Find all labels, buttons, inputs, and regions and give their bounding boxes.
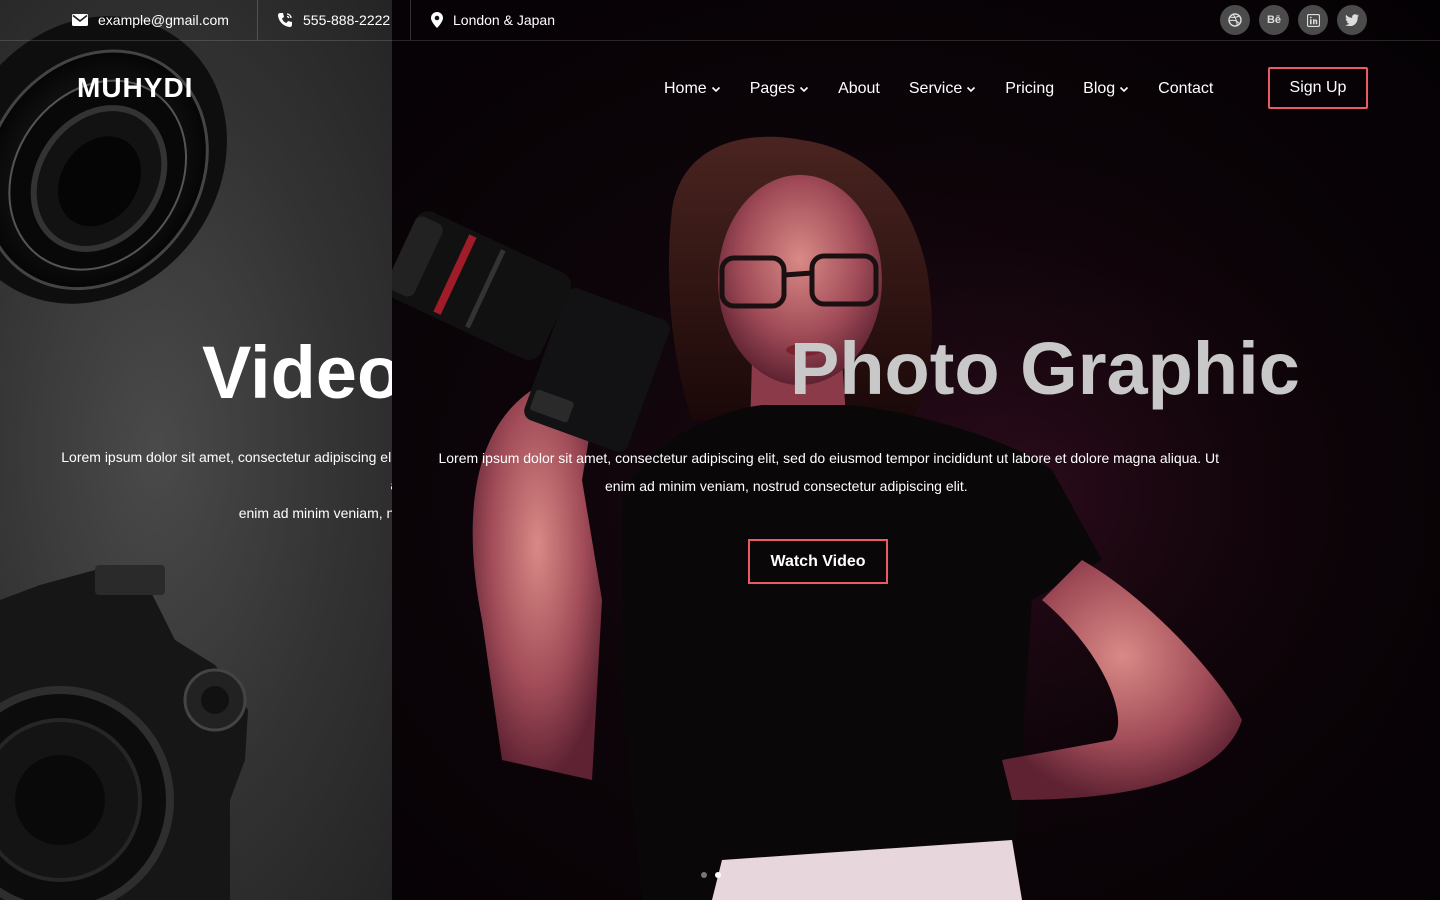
top-info-bar: example@gmail.com 555-888-2222 London & …: [0, 0, 1440, 41]
chevron-down-icon: [967, 86, 976, 93]
map-pin-icon: [431, 12, 443, 28]
twitter-icon[interactable]: [1337, 5, 1367, 35]
nav-item-pricing[interactable]: Pricing: [1005, 78, 1054, 100]
topbar-divider: [257, 0, 258, 40]
location-info: London & Japan: [431, 0, 555, 40]
dribbble-icon[interactable]: [1220, 5, 1250, 35]
description-line: enim ad minim veniam, nostrud consectetu…: [238, 505, 392, 521]
email-contact[interactable]: example@gmail.com: [72, 0, 229, 40]
main-navigation: Home Pages About Service Pricing Blog Co…: [664, 78, 1213, 100]
nav-item-label: About: [838, 80, 880, 97]
envelope-icon: [72, 14, 88, 26]
nav-item-label: Service: [908, 80, 963, 97]
topbar-divider: [410, 0, 411, 40]
behance-icon[interactable]: Bē: [1259, 5, 1289, 35]
description-line: enim ad minim veniam, nostrud consectetu…: [605, 478, 968, 494]
previous-slide-title: Video: [202, 331, 392, 414]
chevron-down-icon: [711, 86, 720, 93]
location-text: London & Japan: [453, 12, 555, 28]
nav-item-contact[interactable]: Contact: [1158, 78, 1213, 100]
phone-text: 555-888-2222: [303, 12, 391, 28]
nav-item-label: Contact: [1158, 80, 1214, 97]
nav-item-label: Home: [664, 80, 707, 97]
slider-pagination: [701, 872, 721, 878]
hero-title: Photo Graphic: [790, 327, 1300, 410]
phone-icon: [278, 13, 292, 27]
sign-up-button[interactable]: Sign Up: [1268, 67, 1368, 109]
phone-contact[interactable]: 555-888-2222: [277, 0, 390, 40]
watch-video-button[interactable]: Watch Video: [748, 539, 888, 584]
chevron-down-icon: [1120, 86, 1129, 93]
nav-item-blog[interactable]: Blog: [1083, 78, 1129, 100]
description-line: Lorem ipsum dolor sit amet, consectetur …: [61, 449, 392, 493]
nav-item-label: Pricing: [1005, 80, 1055, 97]
chevron-down-icon: [799, 86, 809, 93]
nav-item-home[interactable]: Home: [664, 78, 721, 100]
previous-slide-description: Lorem ipsum dolor sit amet, consectetur …: [40, 443, 392, 527]
email-text: example@gmail.com: [98, 12, 229, 28]
slider-dot-1[interactable]: [701, 872, 707, 878]
hero-description: Lorem ipsum dolor sit amet, consectetur …: [392, 444, 1219, 500]
previous-slide-content: Video Lorem ipsum dolor sit amet, consec…: [0, 0, 392, 900]
slider-dot-2[interactable]: [715, 872, 721, 878]
social-links: Bē: [1220, 5, 1367, 35]
site-logo[interactable]: MUHYDI: [77, 72, 193, 104]
nav-item-label: Pages: [749, 80, 796, 97]
description-line: Lorem ipsum dolor sit amet, consectetur …: [438, 450, 1219, 466]
nav-item-pages[interactable]: Pages: [750, 78, 809, 100]
nav-item-about[interactable]: About: [838, 78, 880, 100]
nav-item-label: Blog: [1083, 80, 1116, 97]
linkedin-icon[interactable]: [1298, 5, 1328, 35]
nav-item-service[interactable]: Service: [909, 78, 976, 100]
